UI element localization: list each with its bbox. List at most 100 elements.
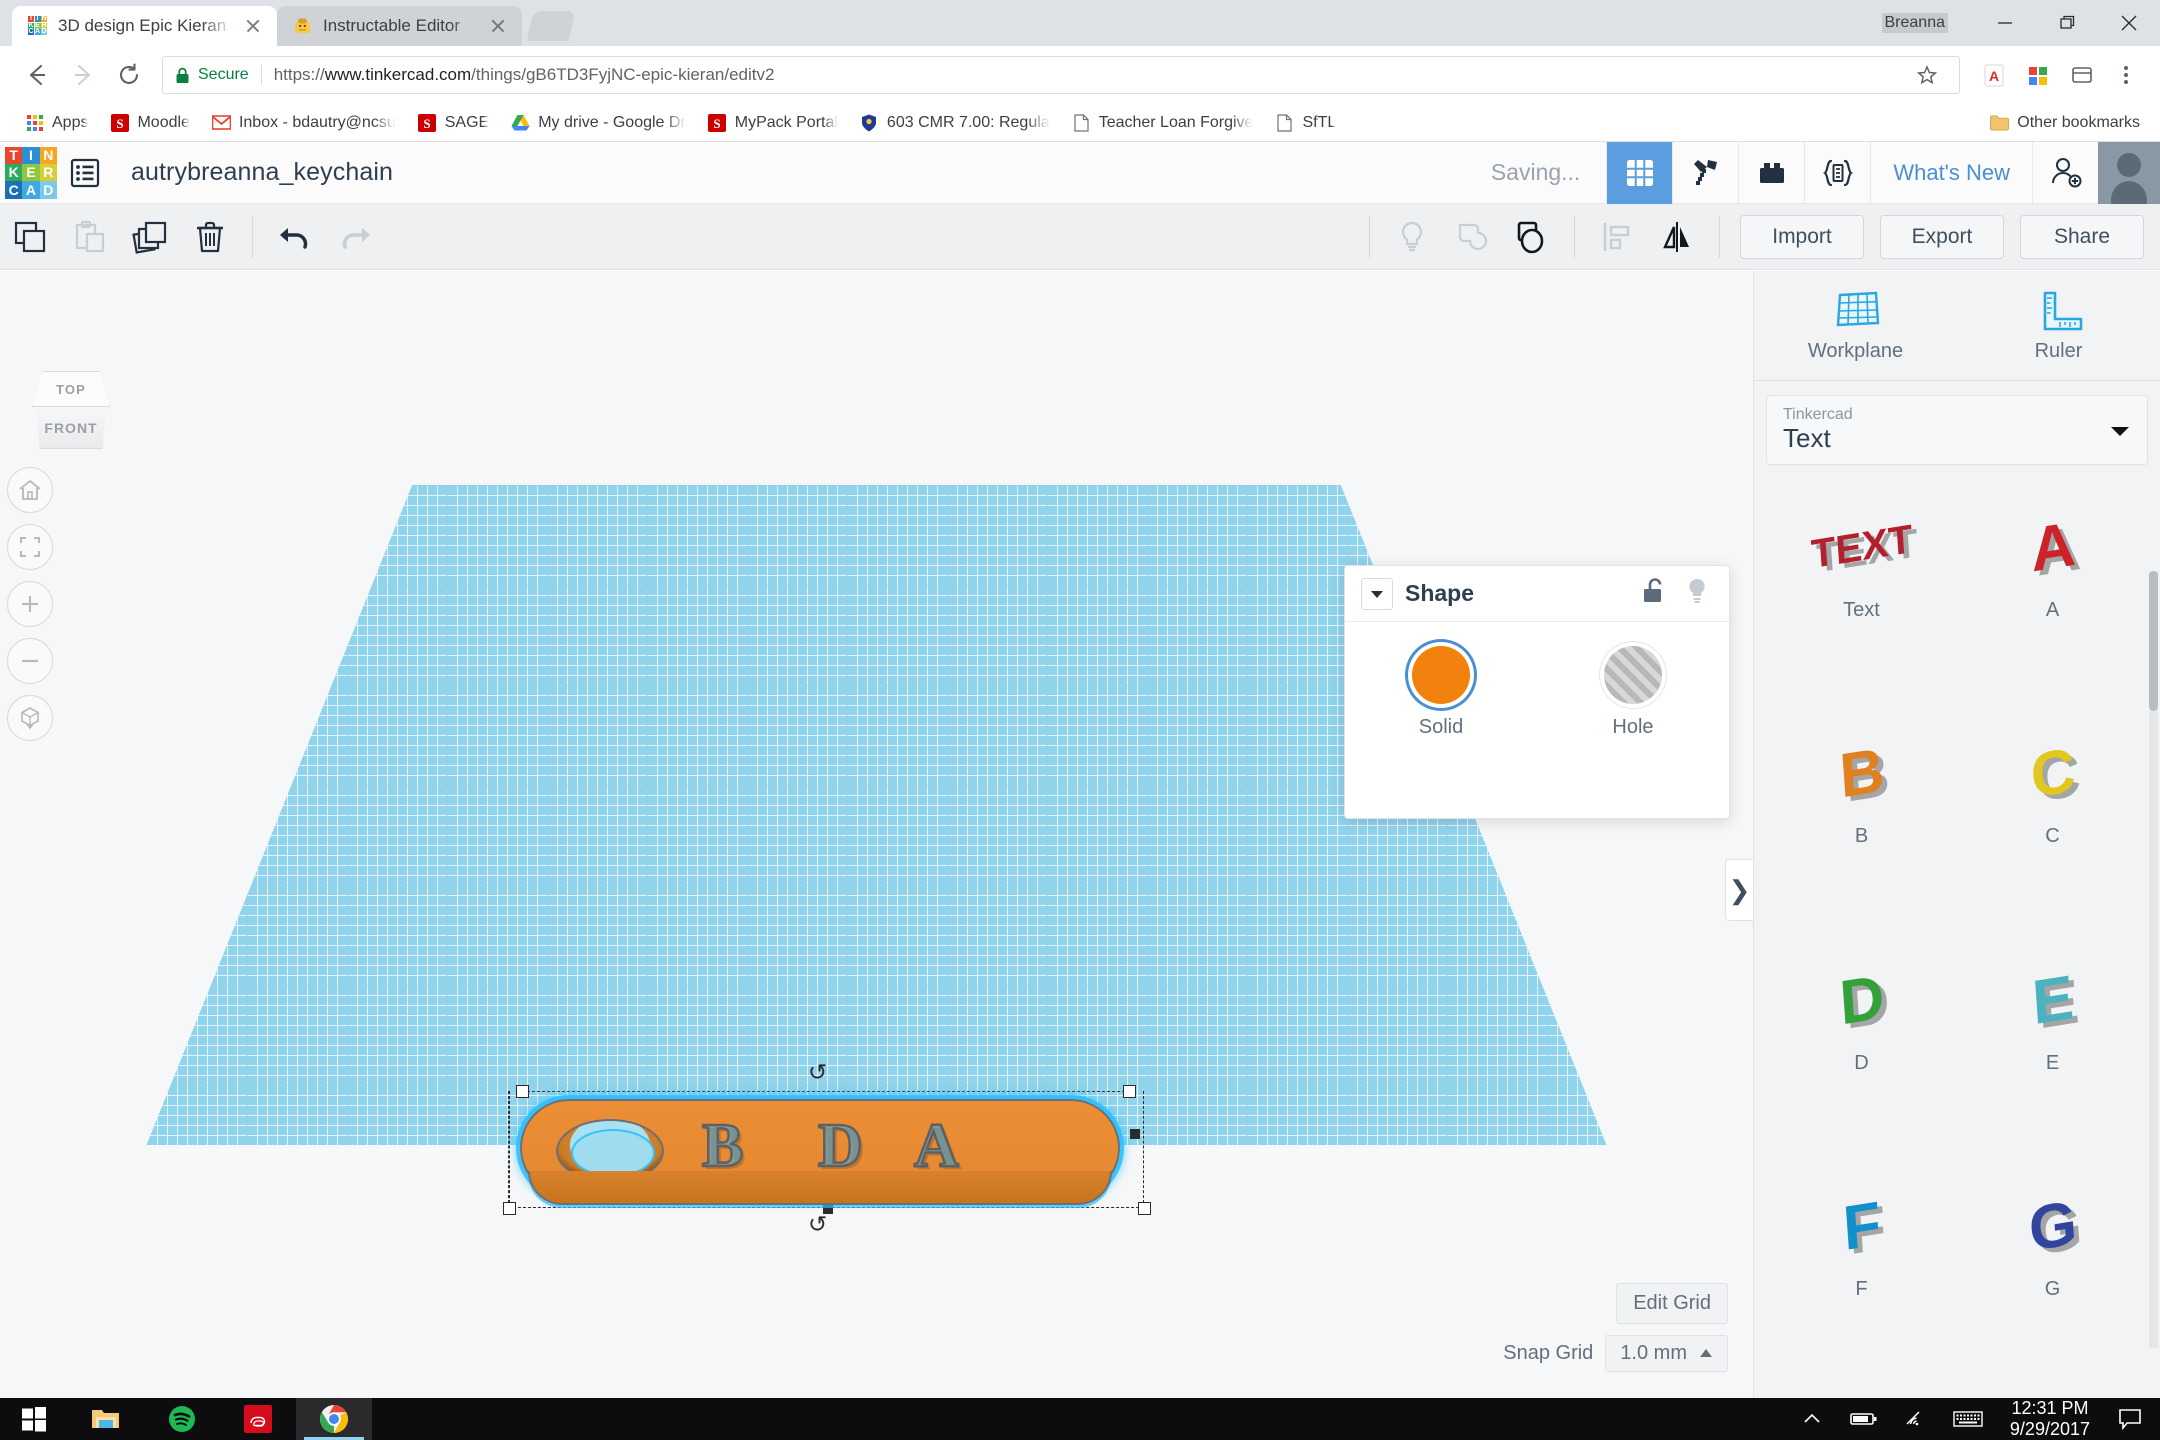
- shape-option-hole[interactable]: Hole: [1537, 646, 1729, 739]
- sidebar-scrollbar-thumb[interactable]: [2149, 571, 2158, 711]
- browser-tab-tinkercad[interactable]: TIN KER CAD 3D design Epic Kieran | T: [12, 6, 277, 46]
- bookmark-mypack-portal[interactable]: S MyPack Portal: [697, 108, 849, 138]
- height-handle-bottom[interactable]: [823, 1204, 833, 1214]
- resize-handle-br[interactable]: [1138, 1202, 1151, 1215]
- project-menu-icon[interactable]: [57, 142, 113, 204]
- minecraft-icon[interactable]: [1672, 142, 1738, 204]
- bookmark-apps[interactable]: Apps: [14, 108, 99, 138]
- battery-icon[interactable]: [1838, 1398, 1890, 1440]
- reload-icon[interactable]: [106, 52, 152, 98]
- reading-list-icon[interactable]: [2062, 55, 2102, 95]
- shape-library-item[interactable]: E E: [1957, 936, 2148, 1086]
- spotify-icon[interactable]: [144, 1398, 220, 1440]
- file-explorer-icon[interactable]: [68, 1398, 144, 1440]
- bookmark-google-drive[interactable]: My drive - Google Dr: [500, 108, 697, 138]
- keyboard-icon[interactable]: [1942, 1398, 1994, 1440]
- maximize-button[interactable]: [2036, 0, 2098, 46]
- shape-panel[interactable]: Shape Solid: [1344, 565, 1730, 819]
- fit-to-view-icon[interactable]: [7, 524, 53, 570]
- action-center-icon[interactable]: [2106, 1398, 2154, 1440]
- close-icon[interactable]: [488, 16, 508, 36]
- project-title[interactable]: autrybreanna_keychain: [131, 158, 393, 187]
- perspective-toggle-icon[interactable]: [7, 695, 53, 741]
- mirror-icon[interactable]: [1651, 211, 1703, 263]
- show-hidden-icons-icon[interactable]: [1786, 1398, 1838, 1440]
- shape-library-item[interactable]: F F: [1766, 1162, 1957, 1312]
- avatar[interactable]: [2098, 142, 2160, 204]
- view-cube[interactable]: TOP FRONT: [32, 371, 110, 449]
- whats-new-link[interactable]: What's New: [1870, 142, 2032, 204]
- shape-library-dropdown[interactable]: Tinkercad Text: [1766, 395, 2148, 465]
- light-bulb-icon[interactable]: [1685, 577, 1709, 610]
- ungroup-icon[interactable]: [1506, 211, 1558, 263]
- bookmark-sftl[interactable]: SfTL: [1264, 108, 1347, 138]
- edit-grid-button[interactable]: Edit Grid: [1616, 1283, 1728, 1324]
- workplane-tool[interactable]: Workplane: [1754, 271, 1957, 380]
- keychain-model[interactable]: ↺ ↺ B D A: [520, 1099, 1120, 1219]
- chrome-menu-icon[interactable]: [2106, 55, 2146, 95]
- add-user-icon[interactable]: [2032, 142, 2098, 204]
- resize-handle-tr[interactable]: [1123, 1085, 1136, 1098]
- close-icon[interactable]: [243, 16, 263, 36]
- unlock-icon[interactable]: [1641, 577, 1667, 610]
- shape-library-item[interactable]: G G: [1957, 1162, 2148, 1312]
- chrome-icon[interactable]: [296, 1398, 372, 1440]
- shape-library-item[interactable]: TEXT Text: [1766, 483, 1957, 633]
- bookmark-inbox[interactable]: Inbox - bdautry@ncsu: [201, 108, 407, 138]
- chevron-down-icon[interactable]: [2111, 424, 2129, 442]
- shape-library-item[interactable]: A A: [1957, 483, 2148, 633]
- new-tab-button[interactable]: [527, 11, 575, 41]
- adobe-acrobat-extension-icon[interactable]: A: [1974, 55, 2014, 95]
- bookmark-603-cmr[interactable]: 603 CMR 7.00: Regula: [849, 108, 1061, 138]
- start-button[interactable]: [0, 1398, 68, 1440]
- shape-library-item[interactable]: C C: [1957, 709, 2148, 859]
- copy-icon[interactable]: [4, 211, 56, 263]
- shape-library-item[interactable]: D D: [1766, 936, 1957, 1086]
- blocks-icon[interactable]: [1738, 142, 1804, 204]
- office-extension-icon[interactable]: [2018, 55, 2058, 95]
- other-bookmarks-folder[interactable]: Other bookmarks: [1990, 113, 2146, 132]
- shape-library-item[interactable]: B B: [1766, 709, 1957, 859]
- back-icon[interactable]: [14, 52, 60, 98]
- wifi-icon[interactable]: [1890, 1398, 1942, 1440]
- bookmark-moodle[interactable]: S Moodle: [99, 108, 200, 138]
- browser-tab-instructables[interactable]: Instructable Editor: [277, 6, 522, 46]
- resize-handle-bl[interactable]: [503, 1202, 516, 1215]
- chevron-down-icon[interactable]: [1361, 578, 1393, 610]
- chrome-profile-name[interactable]: Breanna: [1882, 13, 1949, 33]
- adobe-creative-cloud-icon[interactable]: [220, 1398, 296, 1440]
- resize-handle-tl[interactable]: [516, 1085, 529, 1098]
- toolbar-divider: [1574, 216, 1575, 258]
- height-handle-right[interactable]: [1130, 1129, 1140, 1139]
- delete-icon[interactable]: [184, 211, 236, 263]
- address-bar[interactable]: Secure https://www.tinkercad.com/things/…: [162, 56, 1960, 94]
- bookmark-star-icon[interactable]: [1907, 55, 1947, 95]
- undo-icon[interactable]: [269, 211, 321, 263]
- share-button[interactable]: Share: [2020, 215, 2144, 259]
- zoom-out-icon[interactable]: [7, 638, 53, 684]
- home-view-icon[interactable]: [7, 467, 53, 513]
- import-button[interactable]: Import: [1740, 215, 1864, 259]
- minimize-button[interactable]: [1974, 0, 2036, 46]
- 3d-design-icon[interactable]: [1606, 142, 1672, 204]
- shape-option-solid[interactable]: Solid: [1345, 646, 1537, 739]
- export-button[interactable]: Export: [1880, 215, 2004, 259]
- rotate-handle-bottom[interactable]: ↺: [808, 1211, 827, 1238]
- close-window-button[interactable]: [2098, 0, 2160, 46]
- duplicate-icon[interactable]: [124, 211, 176, 263]
- bookmark-sage[interactable]: S SAGE: [407, 108, 500, 138]
- snap-grid-dropdown[interactable]: 1.0 mm: [1605, 1335, 1728, 1372]
- codeblocks-icon[interactable]: [1804, 142, 1870, 204]
- tinkercad-logo-icon[interactable]: TIN KER CAD: [5, 147, 57, 199]
- solid-swatch-icon[interactable]: [1412, 646, 1470, 704]
- hole-swatch-icon[interactable]: [1604, 646, 1662, 704]
- ruler-tool[interactable]: Ruler: [1957, 271, 2160, 380]
- rotate-handle-top[interactable]: ↺: [808, 1059, 827, 1086]
- canvas-viewport[interactable]: ↺ ↺ B D A: [0, 271, 1753, 1398]
- zoom-in-icon[interactable]: [7, 581, 53, 627]
- bookmark-teacher-loan-forgiveness[interactable]: Teacher Loan Forgive: [1061, 108, 1265, 138]
- taskbar-clock[interactable]: 12:31 PM 9/29/2017: [1994, 1398, 2106, 1440]
- view-cube-top-face[interactable]: TOP: [32, 371, 110, 407]
- collapse-sidebar-button[interactable]: ❯: [1725, 859, 1753, 921]
- view-cube-front-face[interactable]: FRONT: [35, 407, 107, 449]
